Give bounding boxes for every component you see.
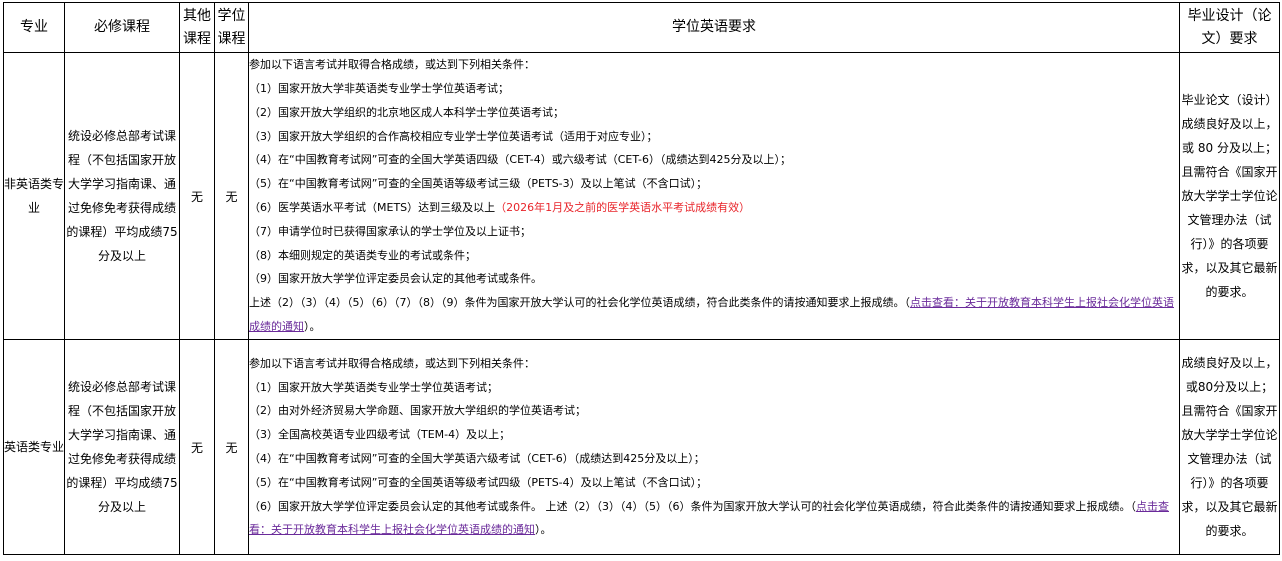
other-course-cell: 无 (179, 339, 215, 555)
header-english-requirement: 学位英语要求 (248, 2, 1180, 53)
degree-course-cell: 无 (214, 339, 249, 555)
header-degree-courses: 学位课程 (214, 2, 249, 53)
requirement-item: （1）国家开放大学英语类专业学士学位英语考试； (249, 380, 499, 394)
requirement-item: （3）国家开放大学组织的合作高校相应专业学士学位英语考试（适用于对应专业）； (249, 129, 658, 143)
thesis-requirement-cell: 毕业论文（设计）成绩良好及以上，或 80 分及以上；且需符合《国家开放大学学士学… (1179, 52, 1280, 340)
requirement-item: （5）在“中国教育考试网”可查的全国英语等级考试三级（PETS-3）及以上笔试（… (249, 177, 708, 191)
other-course-cell: 无 (179, 52, 215, 340)
requirement-item: （5）在“中国教育考试网”可查的全国英语等级考试四级（PETS-4）及以上笔试（… (249, 475, 708, 489)
table-row: 英语类专业 统设必修总部考试课程（不包括国家开放大学学习指南课、通过免修免考获得… (3, 339, 1280, 555)
header-major: 专业 (3, 2, 65, 53)
major-cell: 英语类专业 (3, 339, 65, 555)
major-cell: 非英语类专业 (3, 52, 65, 340)
table-header-row: 专业 必修课程 其他课程 学位课程 学位英语要求 毕业设计（论文）要求 (3, 2, 1280, 53)
requirement-item: （9）国家开放大学学位评定委员会认定的其他考试或条件。 (249, 272, 543, 286)
requirement-item: （3）全国高校英语专业四级考试（TEM-4）及以上； (249, 428, 511, 442)
required-course-cell: 统设必修总部考试课程（不包括国家开放大学学习指南课、通过免修免考获得成绩的课程）… (64, 339, 180, 555)
table-row: 非英语类专业 统设必修总部考试课程（不包括国家开放大学学习指南课、通过免修免考获… (3, 52, 1280, 340)
required-course-cell: 统设必修总部考试课程（不包括国家开放大学学习指南课、通过免修免考获得成绩的课程）… (64, 52, 180, 340)
requirement-item: （4）在“中国教育考试网”可查的全国大学英语六级考试（CET-6）（成绩达到42… (249, 452, 705, 465)
requirement-item: （2）国家开放大学组织的北京地区成人本科学士学位英语考试； (249, 105, 565, 119)
requirement-item: （4）在“中国教育考试网”可查的全国大学英语四级（CET-4）或六级考试（CET… (249, 153, 792, 167)
requirement-summary: （6）国家开放大学学位评定委员会认定的其他考试或条件。 上述（2）（3）（4）（… (249, 499, 1169, 537)
requirement-item: （1）国家开放大学非英语类专业学士学位英语考试； (249, 82, 510, 96)
header-thesis-requirement: 毕业设计（论文）要求 (1179, 2, 1280, 53)
requirement-item: （6）医学英语水平考试（METS）达到三级及以上（2026年1月及之前的医学英语… (249, 196, 1179, 220)
requirement-intro: 参加以下语言考试并取得合格成绩，或达到下列相关条件： (249, 356, 536, 370)
degree-requirements-table: 专业 必修课程 其他课程 学位课程 学位英语要求 毕业设计（论文）要求 非英语类… (3, 2, 1280, 555)
summary-end: ）。 (304, 319, 321, 333)
header-required-courses: 必修课程 (64, 2, 180, 53)
english-requirement-cell: 参加以下语言考试并取得合格成绩，或达到下列相关条件： （1）国家开放大学非英语类… (248, 52, 1180, 340)
requirement-intro: 参加以下语言考试并取得合格成绩，或达到下列相关条件： (249, 58, 536, 72)
requirement-item: （8）本细则规定的英语类专业的考试或条件； (249, 248, 477, 262)
degree-course-cell: 无 (214, 52, 249, 340)
red-note: （2026年1月及之前的医学英语水平考试成绩有效） (495, 201, 751, 214)
summary-text: 上述（2）（3）（4）（5）（6）（7）（8）（9）条件为国家开放大学认可的社会… (249, 296, 910, 310)
summary-text: （6）国家开放大学学位评定委员会认定的其他考试或条件。 上述（2）（3）（4）（… (249, 499, 1136, 513)
item-text: （6）医学英语水平考试（METS）达到三级及以上 (249, 201, 496, 214)
requirement-summary: 上述（2）（3）（4）（5）（6）（7）（8）（9）条件为国家开放大学认可的社会… (249, 296, 1174, 333)
requirement-item: （7）申请学位时已获得国家承认的学士学位及以上证书； (249, 224, 532, 238)
header-other-courses: 其他课程 (179, 2, 215, 53)
thesis-requirement-cell: 成绩良好及以上，或80分及以上；且需符合《国家开放大学学士学位论文管理办法（试行… (1179, 339, 1280, 555)
english-requirement-cell: 参加以下语言考试并取得合格成绩，或达到下列相关条件： （1）国家开放大学英语类专… (248, 339, 1180, 555)
summary-end: ）。 (535, 523, 552, 537)
requirement-item: （2）由对外经济贸易大学命题、国家开放大学组织的学位英语考试； (249, 404, 587, 418)
